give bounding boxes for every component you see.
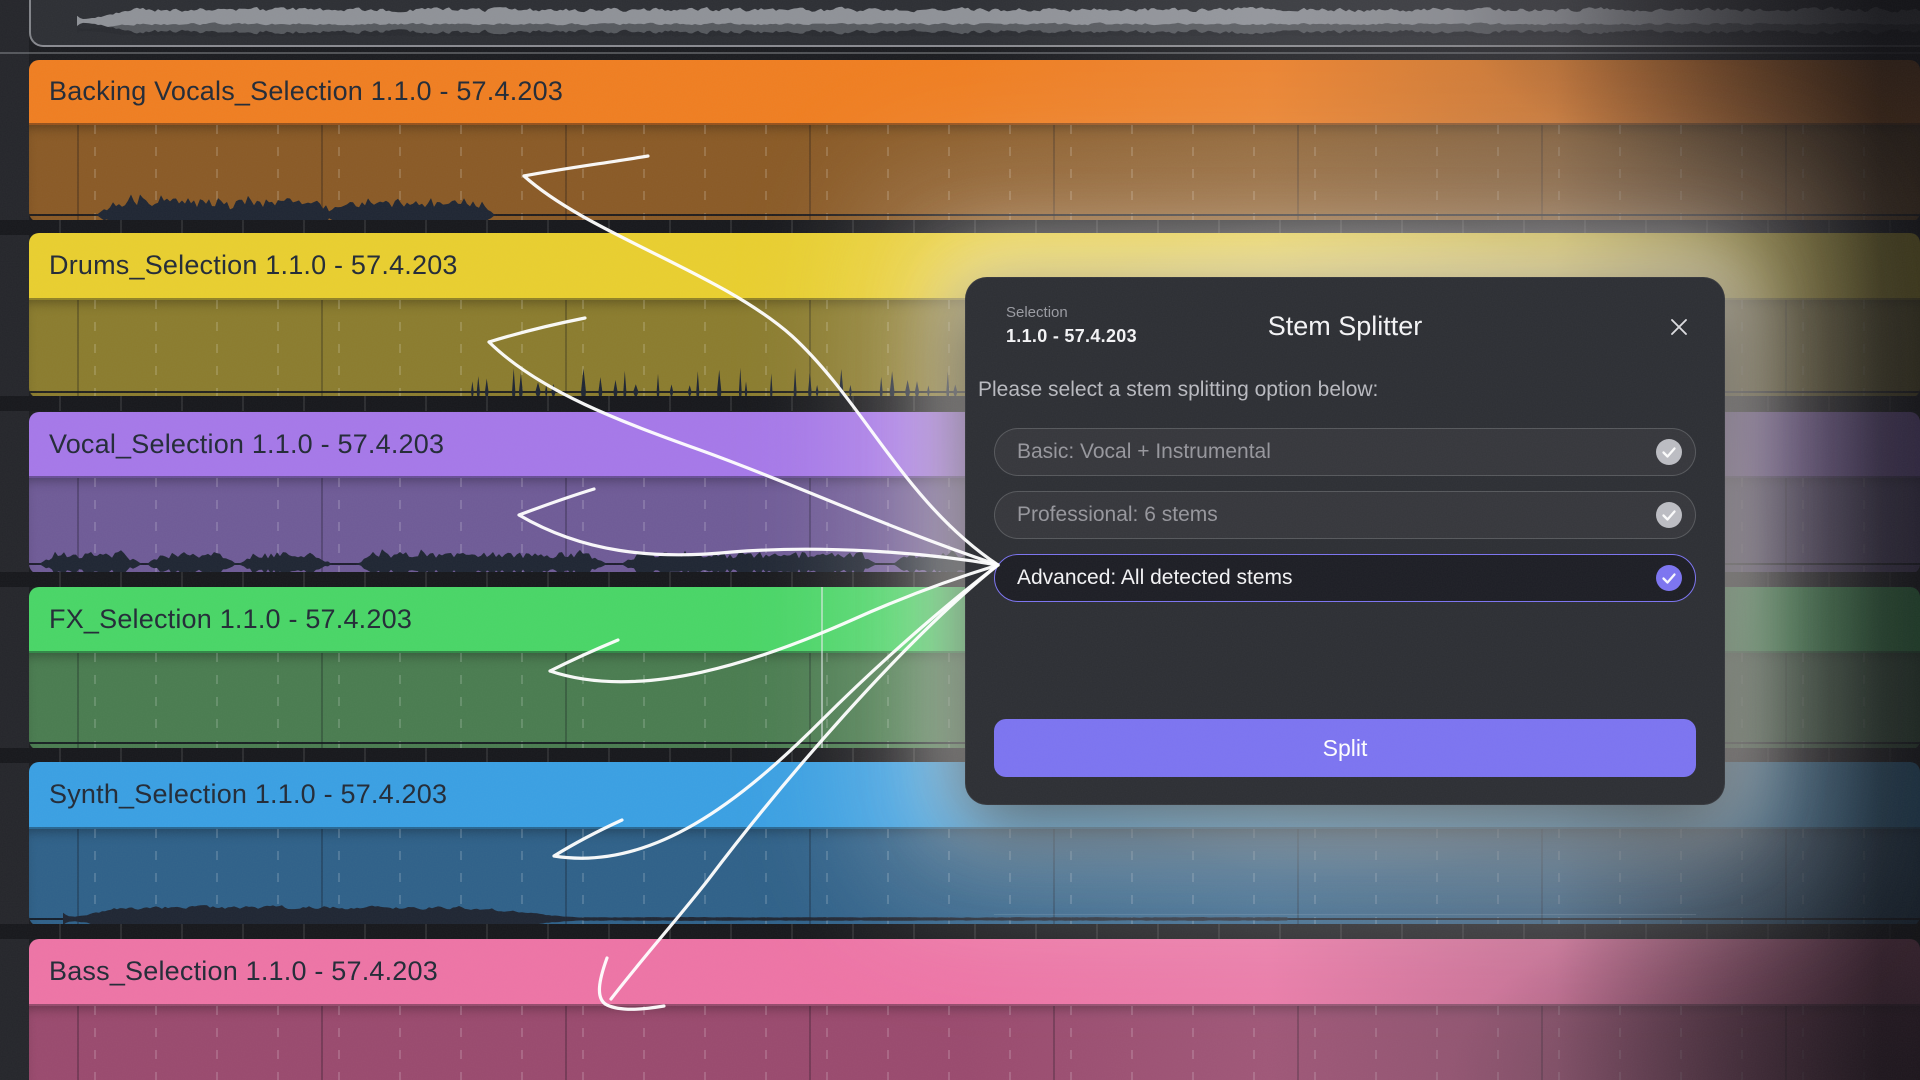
track-waveform-area[interactable] — [29, 125, 1920, 222]
dialog-title: Stem Splitter — [994, 311, 1696, 342]
daw-workspace: Backing Vocals_Selection 1.1.0 - 57.4.20… — [0, 0, 1920, 1080]
playhead[interactable] — [821, 587, 823, 748]
option-label: Advanced: All detected stems — [1017, 566, 1293, 590]
original-waveform — [31, 0, 1920, 45]
option-professional[interactable]: Professional: 6 stems — [994, 491, 1696, 539]
check-icon — [1656, 502, 1682, 528]
stem-splitter-dialog: Selection 1.1.0 - 57.4.203 Stem Splitter… — [965, 277, 1725, 805]
option-label: Basic: Vocal + Instrumental — [1017, 440, 1271, 464]
track-waveform-area[interactable] — [29, 1006, 1920, 1080]
dialog-header: Selection 1.1.0 - 57.4.203 Stem Splitter — [994, 278, 1696, 374]
option-list: Basic: Vocal + Instrumental Professional… — [994, 428, 1696, 602]
option-advanced[interactable]: Advanced: All detected stems — [994, 554, 1696, 602]
close-button[interactable] — [1666, 314, 1692, 340]
original-audio-clip[interactable] — [29, 0, 1920, 47]
track-name: Backing Vocals_Selection 1.1.0 - 57.4.20… — [49, 76, 563, 107]
timeline-ruler-line — [0, 52, 1920, 54]
track-clip-header[interactable]: Backing Vocals_Selection 1.1.0 - 57.4.20… — [29, 60, 1920, 125]
track-waveform-area[interactable] — [29, 829, 1920, 926]
track-name: Vocal_Selection 1.1.0 - 57.4.203 — [49, 429, 444, 460]
track-row: Backing Vocals_Selection 1.1.0 - 57.4.20… — [29, 60, 1920, 222]
track-separator — [0, 924, 1920, 939]
track-gutter — [0, 0, 29, 1080]
track-clip-header[interactable]: Bass_Selection 1.1.0 - 57.4.203 — [29, 939, 1920, 1006]
split-button[interactable]: Split — [994, 719, 1696, 777]
dialog-divider — [994, 914, 1696, 915]
dialog-prompt: Please select a stem splitting option be… — [978, 378, 1378, 402]
track-row: Bass_Selection 1.1.0 - 57.4.203 — [29, 939, 1920, 1080]
check-icon — [1656, 565, 1682, 591]
check-icon — [1656, 439, 1682, 465]
track-name: FX_Selection 1.1.0 - 57.4.203 — [49, 604, 412, 635]
track-name: Drums_Selection 1.1.0 - 57.4.203 — [49, 250, 458, 281]
track-name: Synth_Selection 1.1.0 - 57.4.203 — [49, 779, 447, 810]
close-icon — [1666, 314, 1692, 340]
track-name: Bass_Selection 1.1.0 - 57.4.203 — [49, 956, 438, 987]
option-label: Professional: 6 stems — [1017, 503, 1218, 527]
option-basic[interactable]: Basic: Vocal + Instrumental — [994, 428, 1696, 476]
